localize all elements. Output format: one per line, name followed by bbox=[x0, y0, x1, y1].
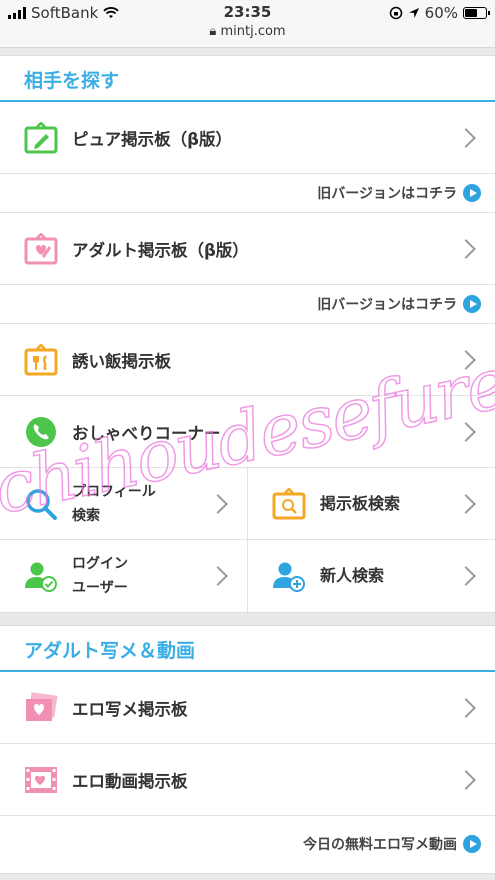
phone-icon bbox=[24, 415, 58, 449]
pure-board-link[interactable]: ピュア掲示板（β版） bbox=[0, 102, 495, 174]
board-search-icon bbox=[272, 487, 306, 521]
user-check-icon bbox=[24, 559, 58, 593]
meal-board-label: 誘い飯掲示板 bbox=[72, 351, 171, 371]
today-free-link[interactable]: 今日の無料エロ写メ動画 bbox=[0, 815, 495, 873]
chat-corner-link[interactable]: おしゃべりコーナー bbox=[0, 396, 495, 468]
chevron-right-icon bbox=[456, 493, 476, 514]
chevron-right-icon bbox=[456, 349, 476, 370]
search-grid-row-1: プロフィール 検索 掲示板検索 bbox=[0, 468, 495, 540]
magnifier-icon bbox=[24, 487, 58, 521]
pure-board-label: ピュア掲示板（β版） bbox=[72, 129, 232, 149]
meal-board-icon bbox=[24, 343, 58, 377]
login-user-line2: ユーザー bbox=[72, 580, 128, 596]
adult-board-label: アダルト掲示板（β版） bbox=[72, 240, 249, 260]
profile-search-line2: 検索 bbox=[72, 507, 100, 524]
url-text: mintj.com bbox=[220, 24, 286, 39]
pure-board-icon bbox=[24, 121, 58, 155]
old-version-label: 旧バージョンはコチラ bbox=[317, 186, 457, 202]
login-user-link[interactable]: ログイン ユーザー bbox=[0, 540, 247, 612]
chevron-right-icon bbox=[456, 566, 476, 586]
status-right: 60% bbox=[389, 4, 490, 22]
battery-fill bbox=[465, 9, 477, 17]
board-search-label: 掲示板検索 bbox=[320, 493, 401, 513]
section-title: 相手を探す bbox=[0, 56, 495, 102]
adult-board-link[interactable]: アダルト掲示板（β版） bbox=[0, 213, 495, 285]
old-version-label: 旧バージョンはコチラ bbox=[317, 297, 457, 313]
photo-board-label: エロ写メ掲示板 bbox=[72, 699, 188, 719]
battery-icon bbox=[463, 7, 490, 19]
battery-percent: 60% bbox=[424, 4, 458, 22]
profile-search-label: プロフィール 検索 bbox=[72, 480, 156, 528]
chevron-right-icon bbox=[456, 238, 476, 259]
chevron-right-icon bbox=[208, 566, 228, 586]
chat-corner-label: おしゃべりコーナー bbox=[72, 423, 221, 443]
video-board-link[interactable]: エロ動画掲示板 bbox=[0, 744, 495, 816]
new-user-search-label: 新人検索 bbox=[320, 566, 385, 585]
status-bar: SoftBank 23:35 🔒︎ mintj.com 60% bbox=[0, 0, 495, 48]
profile-search-link[interactable]: プロフィール 検索 bbox=[0, 468, 247, 540]
play-icon bbox=[463, 184, 481, 202]
play-icon bbox=[463, 835, 481, 853]
video-board-label: エロ動画掲示板 bbox=[72, 771, 188, 791]
board-search-link[interactable]: 掲示板検索 bbox=[247, 468, 495, 540]
section-title: アダルト写メ＆動画 bbox=[0, 626, 495, 672]
user-add-icon bbox=[272, 559, 306, 593]
film-heart-icon bbox=[24, 763, 58, 797]
adult-media-section: アダルト写メ＆動画 エロ写メ掲示板 エロ動画掲示板 今日の無料エロ写メ動画 bbox=[0, 625, 495, 874]
rotation-lock-icon bbox=[389, 6, 402, 20]
location-icon bbox=[408, 8, 419, 18]
chevron-right-icon bbox=[456, 697, 476, 718]
login-user-line1: ログイン bbox=[72, 556, 128, 572]
search-grid-row-2: ログインユーザー 新人検索 bbox=[0, 540, 495, 612]
chevron-right-icon bbox=[456, 421, 476, 442]
chevron-right-icon bbox=[208, 493, 228, 514]
adult-board-icon bbox=[24, 232, 58, 266]
chevron-right-icon bbox=[456, 769, 476, 790]
address-bar[interactable]: 🔒︎ mintj.com bbox=[0, 24, 495, 39]
pure-old-version-link[interactable]: 旧バージョンはコチラ bbox=[0, 173, 495, 213]
meal-board-link[interactable]: 誘い飯掲示板 bbox=[0, 324, 495, 396]
photo-heart-icon bbox=[24, 691, 58, 725]
lock-icon: 🔒︎ bbox=[209, 24, 217, 39]
photo-board-link[interactable]: エロ写メ掲示板 bbox=[0, 672, 495, 744]
search-partner-section: 相手を探す ピュア掲示板（β版） 旧バージョンはコチラ アダルト掲示板（β版） … bbox=[0, 55, 495, 613]
profile-search-line1: プロフィール bbox=[72, 483, 156, 500]
login-user-label: ログイン ユーザー bbox=[72, 552, 128, 600]
today-free-label: 今日の無料エロ写メ動画 bbox=[303, 837, 457, 853]
new-user-search-link[interactable]: 新人検索 bbox=[247, 540, 495, 612]
chevron-right-icon bbox=[456, 127, 476, 148]
adult-old-version-link[interactable]: 旧バージョンはコチラ bbox=[0, 284, 495, 324]
play-icon bbox=[463, 295, 481, 313]
